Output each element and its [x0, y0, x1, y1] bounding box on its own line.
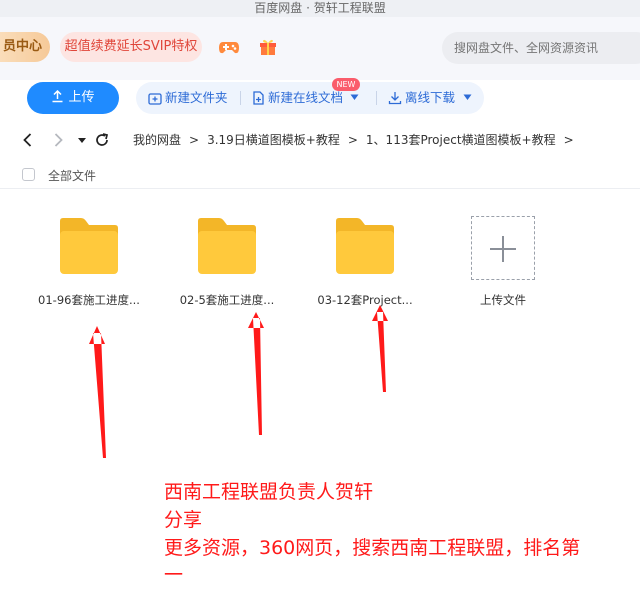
file-name: 01-96套施工进度... [38, 293, 140, 307]
file-name: 03-12套Project... [317, 293, 413, 307]
breadcrumb-chevron-icon: > [563, 133, 574, 147]
folder-icon [60, 218, 118, 274]
breadcrumb-item[interactable]: 3.19日横道图模板+教程 [207, 133, 340, 147]
breadcrumb-item[interactable]: 1、113套Project横道图模板+教程 [366, 133, 556, 147]
search-input[interactable] [442, 32, 640, 64]
breadcrumb-item[interactable]: 我的网盘 [133, 133, 181, 147]
upload-button[interactable]: 上传 [27, 82, 119, 114]
red-arrow-3 [372, 305, 388, 392]
forward-arrow-icon[interactable] [49, 131, 67, 149]
top-bar: 员中心 超值续费延长SVIP特权 [0, 17, 640, 80]
caret-down-icon [463, 94, 472, 100]
list-header: 全部文件 [0, 162, 640, 189]
breadcrumb-chevron-icon: > [347, 133, 358, 147]
annotation-line: 更多资源，360网页，搜索西南工程联盟，排名第 [164, 537, 581, 559]
new-badge: NEW [332, 78, 360, 91]
file-item[interactable]: 03-12套Project... [305, 212, 425, 312]
file-item[interactable]: 02-5套施工进度... [167, 212, 287, 312]
download-icon [388, 92, 402, 105]
separator [376, 91, 377, 105]
file-item[interactable]: 01-96套施工进度... [29, 212, 149, 312]
window-title: 百度网盘 · 贺轩工程联盟 [0, 0, 640, 17]
upload-file-tile[interactable] [471, 216, 535, 280]
red-arrow-1 [89, 326, 106, 458]
new-folder-label: 新建文件夹 [165, 90, 228, 105]
annotation-line: 分享 [164, 509, 203, 531]
red-arrow-2 [248, 312, 264, 435]
online-doc-icon [253, 91, 264, 105]
history-dropdown-icon[interactable] [73, 131, 91, 149]
upload-icon [52, 89, 63, 103]
annotation-line: 一 [164, 564, 184, 586]
vip-center-button[interactable]: 员中心 [0, 32, 50, 62]
upload-file-label: 上传文件 [480, 293, 526, 307]
action-group: 新建文件夹 新建在线文档 离线下载 [136, 82, 484, 114]
upload-label: 上传 [68, 90, 95, 105]
separator [240, 91, 241, 105]
plus-icon [502, 236, 504, 262]
select-all-checkbox[interactable] [22, 168, 35, 181]
folder-icon [198, 218, 256, 274]
folder-icon [336, 218, 394, 274]
offline-download-label: 离线下载 [405, 90, 456, 105]
new-folder-icon [148, 93, 162, 105]
navigation-bar: 我的网盘 >3.19日横道图模板+教程 >1、113套Project横道图模板+教程… [0, 123, 640, 157]
caret-down-icon [350, 94, 359, 100]
new-folder-button[interactable]: 新建文件夹 [148, 82, 228, 114]
svip-promo-button[interactable]: 超值续费延长SVIP特权 [60, 32, 202, 62]
back-arrow-icon[interactable] [19, 131, 37, 149]
breadcrumb: 我的网盘 >3.19日横道图模板+教程 >1、113套Project横道图模板+教程… [133, 131, 582, 149]
annotation-line: 西南工程联盟负责人贺轩 [164, 481, 374, 503]
offline-download-button[interactable]: 离线下载 [388, 82, 475, 114]
game-controller-icon[interactable] [218, 37, 240, 57]
breadcrumb-chevron-icon: > [189, 133, 200, 147]
toolbar: 上传 新建文件夹 新建在线文档 离线下载 [0, 80, 640, 120]
all-files-label: 全部文件 [48, 169, 97, 183]
file-name: 02-5套施工进度... [179, 293, 275, 307]
new-online-doc-label: 新建在线文档 [268, 90, 344, 105]
refresh-icon[interactable] [93, 131, 111, 149]
gift-icon[interactable] [258, 37, 278, 57]
